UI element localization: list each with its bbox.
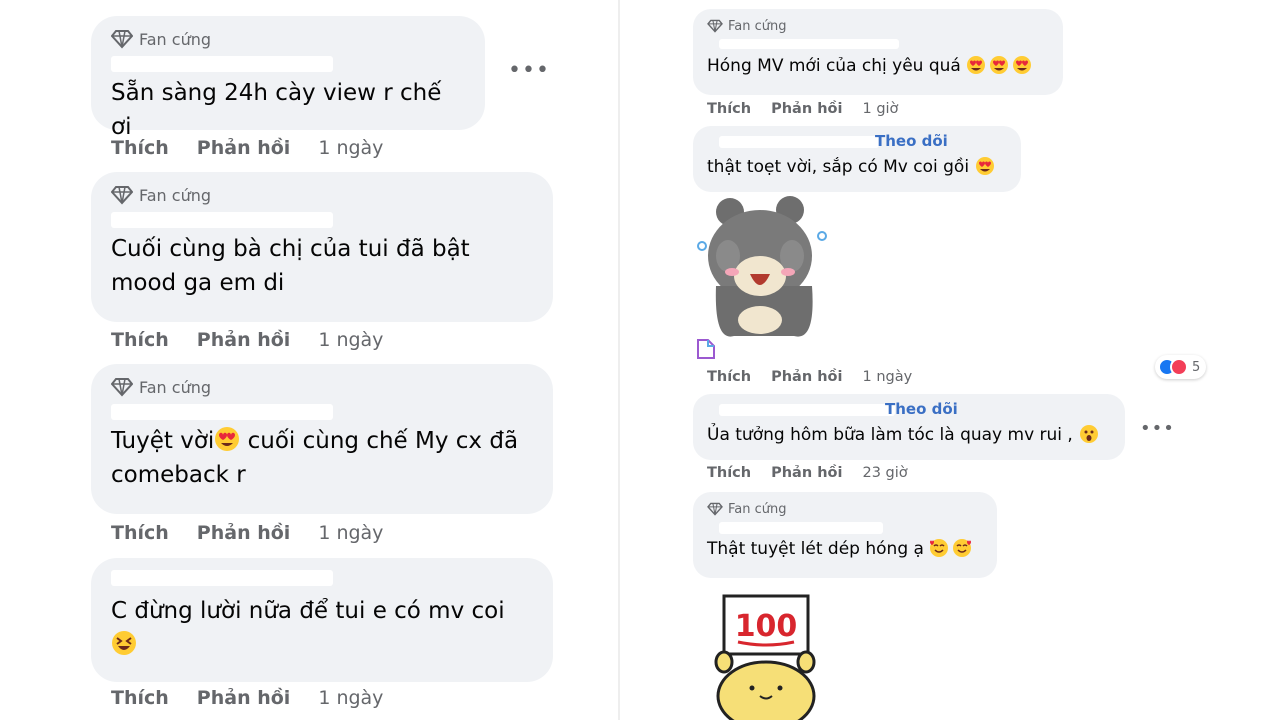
diamond-icon [111,186,133,205]
hundred-sticker-text: 100 [735,609,798,644]
laughing-emoji-icon [112,631,136,655]
commenter-name [111,54,465,74]
commenter-name: Theo dõi [707,400,1111,422]
bear-sticker[interactable] [694,196,830,342]
comment-actions: Thích Phản hồi 1 giờ [707,101,898,117]
comment-text: Thật tuyệt lét dép hóng ạ [707,536,983,562]
comment-bubble: C đừng lười nữa để tui e có mv coi [91,558,553,682]
fan-badge: Fan cứng [707,17,1049,35]
fan-badge: Fan cứng [111,182,533,208]
like-button[interactable]: Thích [111,522,169,544]
comment-text: Tuyệt vời cuối cùng chế My cx đã comebac… [111,427,519,488]
love-reaction-icon [1170,358,1188,376]
comment-actions: Thích Phản hồi 23 giờ [707,465,908,481]
fan-badge: Fan cứng [707,500,983,518]
comment-actions: Thích Phản hồi 1 ngày [707,369,912,385]
more-options-icon[interactable]: ••• [508,60,550,82]
comment-bubble: Fan cứng Thật tuyệt lét dép hóng ạ [693,492,997,578]
like-button[interactable]: Thích [111,137,169,159]
hundred-sticker[interactable]: 100 [708,592,818,720]
comment-time[interactable]: 23 giờ [862,465,907,481]
hundred-sticker-image: 100 [714,594,816,720]
comment-text: Sẵn sàng 24h cày view r chế ơi [111,80,442,140]
comment-actions: Thích Phản hồi 1 ngày [111,137,383,159]
comment-text: Cuối cùng bà chị của tui đã bật mood ga … [111,236,470,296]
comment-time[interactable]: 1 ngày [318,687,383,709]
reply-button[interactable]: Phản hồi [771,369,842,385]
follow-link[interactable]: Theo dõi [885,400,958,418]
diamond-icon [111,378,133,397]
comment-bubble: Fan cứng Hóng MV mới của chị yêu quá [693,9,1063,95]
reaction-count: 5 [1192,359,1201,375]
diamond-icon [111,30,133,49]
comment-bubble: Theo dõi Ủa tưởng hôm bữa làm tóc là qua… [693,394,1125,460]
commenter-name: Theo dõi [707,132,1007,154]
fan-badge: Fan cứng [111,374,533,400]
commenter-name [111,402,533,422]
like-button[interactable]: Thích [111,329,169,351]
commenter-name [707,520,983,536]
comment-time[interactable]: 1 giờ [862,101,898,117]
heart-eyes-emoji-icon [215,427,240,451]
comment-time[interactable]: 1 ngày [318,137,383,159]
reply-button[interactable]: Phản hồi [197,687,291,709]
heart-eyes-emoji-icon [976,157,995,175]
reply-button[interactable]: Phản hồi [197,329,291,351]
comment-bubble: Fan cứng Tuyệt vời cuối cùng chế My cx đ… [91,364,553,514]
like-button[interactable]: Thích [707,101,751,117]
comment-actions: Thích Phản hồi 1 ngày [111,687,383,709]
like-button[interactable]: Thích [111,687,169,709]
file-icon [697,339,715,359]
reply-button[interactable]: Phản hồi [197,522,291,544]
commenter-name [111,210,533,230]
like-button[interactable]: Thích [707,369,751,385]
comment-time[interactable]: 1 ngày [318,522,383,544]
comment-bubble: Theo dõi thật toẹt vời, sắp có Mv coi gồ… [693,126,1021,192]
fan-badge: Fan cứng [111,26,465,52]
reaction-summary[interactable]: 5 [1155,355,1207,379]
left-comment-panel: Fan cứng Sẵn sàng 24h cày view r chế ơi … [0,0,618,720]
comment-time[interactable]: 1 ngày [318,329,383,351]
comment-actions: Thích Phản hồi 1 ngày [111,329,383,351]
comment-time[interactable]: 1 ngày [862,369,912,385]
reply-button[interactable]: Phản hồi [771,101,842,117]
comment-text: Ủa tưởng hôm bữa làm tóc là quay mv rui … [707,422,1111,448]
comment-text: Hóng MV mới của chị yêu quá [707,53,1049,79]
smiling-hearts-emoji-icon [930,539,972,557]
surprised-emoji-icon [1080,425,1099,443]
comment-bubble: Fan cứng Sẵn sàng 24h cày view r chế ơi [91,16,485,140]
comment-text: thật toẹt vời, sắp có Mv coi gồi [707,154,1007,180]
commenter-name [707,37,1049,53]
reply-button[interactable]: Phản hồi [197,137,291,159]
right-comment-panel: Fan cứng Hóng MV mới của chị yêu quá Thí… [620,0,1280,720]
comment-actions: Thích Phản hồi 1 ngày [111,522,383,544]
diamond-icon [707,19,723,33]
diamond-icon [707,502,723,516]
like-button[interactable]: Thích [707,465,751,481]
more-options-icon[interactable]: ••• [1140,420,1175,438]
comment-text: C đừng lười nữa để tui e có mv coi [111,594,533,662]
comment-bubble: Fan cứng Cuối cùng bà chị của tui đã bật… [91,172,553,322]
commenter-name [111,570,533,588]
bear-sticker-image [697,196,827,337]
reply-button[interactable]: Phản hồi [771,465,842,481]
heart-eyes-emoji-icon [967,56,1032,74]
follow-link[interactable]: Theo dõi [875,132,948,150]
